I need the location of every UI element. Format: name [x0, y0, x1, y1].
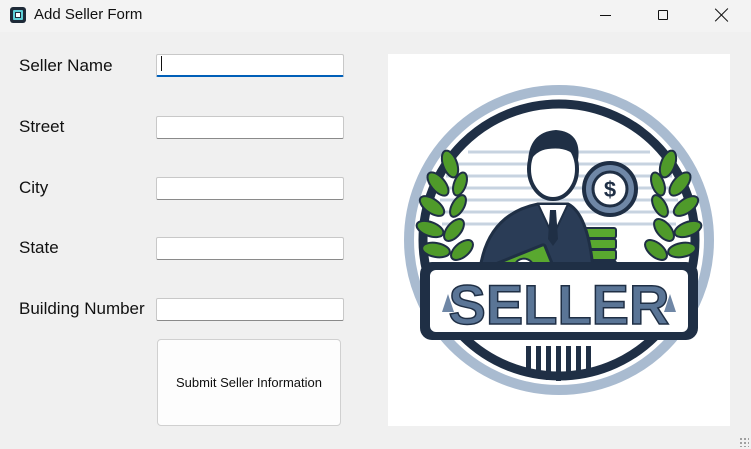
seller-name-input[interactable] [156, 54, 344, 77]
maximize-icon [658, 10, 668, 20]
seller-name-label: Seller Name [19, 56, 113, 75]
app-icon [10, 7, 26, 23]
city-label: City [19, 178, 49, 197]
street-input[interactable] [156, 116, 344, 139]
state-label: State [19, 238, 59, 257]
city-input[interactable] [156, 177, 344, 200]
title-bar: Add Seller Form [0, 0, 751, 32]
logo-text: SELLER [449, 273, 670, 336]
window-title: Add Seller Form [34, 6, 143, 23]
building-number-input[interactable] [156, 298, 344, 321]
state-input[interactable] [156, 237, 344, 260]
maximize-button[interactable] [634, 0, 692, 30]
text-caret [161, 56, 162, 71]
minimize-button[interactable] [576, 0, 634, 30]
seller-logo-image: $ $ SELLER [404, 85, 714, 395]
close-icon [715, 8, 729, 22]
minimize-icon [599, 14, 611, 16]
seller-logo-picture: $ $ SELLER [388, 54, 730, 426]
close-button[interactable] [693, 0, 751, 30]
street-label: Street [19, 117, 65, 136]
submit-seller-button[interactable]: Submit Seller Information [157, 339, 341, 426]
svg-text:$: $ [604, 177, 616, 202]
resize-grip-icon[interactable] [739, 437, 749, 447]
building-number-label: Building Number [19, 299, 145, 318]
